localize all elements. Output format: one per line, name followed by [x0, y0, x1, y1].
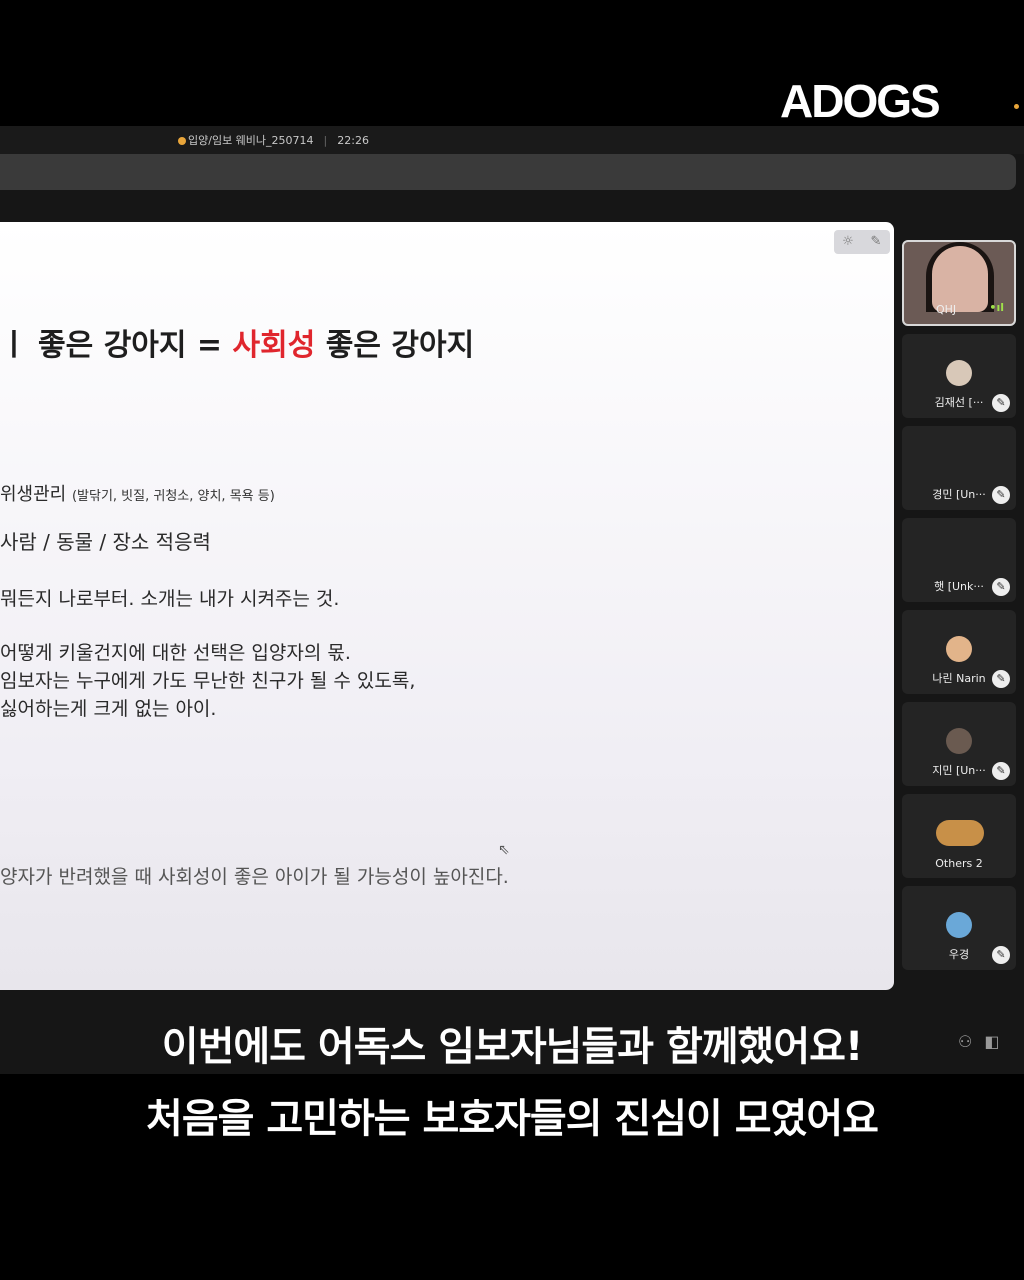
mic-muted-icon: ✎ [992, 394, 1010, 412]
participant-tile[interactable]: 나린 Narin ✎ [902, 610, 1016, 694]
slide-line-dislikes: 싫어하는게 크게 없는 아이. [0, 698, 217, 720]
meeting-status-icon [178, 137, 186, 145]
avatar [946, 636, 972, 662]
orange-dot-icon [1014, 104, 1019, 109]
avatar [946, 728, 972, 754]
slide-line-choice: 어떻게 키울건지에 대한 선택은 입양자의 몫. [0, 642, 351, 664]
top-toolbar[interactable] [0, 154, 1016, 190]
slide-title-before: ㅣ 좋은 강아지 = [0, 328, 233, 363]
title-bar: 입양/임보 웨비나_250714 | 22:26 [0, 126, 1024, 154]
participant-name: QHJ [936, 303, 957, 316]
avatar-group [936, 820, 984, 846]
participant-name: Others 2 [935, 857, 983, 870]
brightness-icon[interactable]: ☼ [834, 230, 862, 254]
slide-line-note: (발닦기, 빗질, 귀청소, 양치, 목욕 등) [71, 489, 275, 504]
shared-screen-slide: ☼ ✎ ㅣ 좋은 강아지 = 사회성 좋은 강아지 위생관리 (발닦기, 빗질, … [0, 222, 894, 990]
participant-tile[interactable]: 우경 ✎ [902, 886, 1016, 970]
subtitle-line-1: 이번에도 어독스 임보자님들과 함께했어요! [161, 1024, 863, 1070]
participant-tile[interactable]: 김재선 [··· ✎ [902, 334, 1016, 418]
adogs-logo: ADOGS [780, 75, 941, 127]
slide-title-after: 좋은 강아지 [315, 328, 475, 363]
mic-muted-icon: ✎ [992, 486, 1010, 504]
subtitle-line-2: 처음을 고민하는 보호자들의 진심이 모였어요 [146, 1096, 879, 1142]
avatar [946, 912, 972, 938]
mic-muted-icon: ✎ [992, 670, 1010, 688]
slide-line-hygiene: 위생관리 (발닦기, 빗질, 귀청소, 양치, 목욕 등) [0, 480, 275, 506]
participant-tile[interactable]: 경민 [Un··· ✎ [902, 426, 1016, 510]
speaking-indicator-icon: •ıl [989, 301, 1004, 314]
annotate-icon[interactable]: ✎ [862, 230, 890, 254]
slide-tools[interactable]: ☼ ✎ [834, 230, 890, 254]
slide-line-text: 위생관리 [0, 484, 72, 505]
mouse-cursor-icon: ⇖ [498, 842, 510, 858]
slide-title-highlight: 사회성 [232, 328, 316, 363]
participant-tile[interactable]: 햇 [Unk··· ✎ [902, 518, 1016, 602]
mic-muted-icon: ✎ [992, 578, 1010, 596]
slide-line-adaptability: 사람 / 동물 / 장소 적응력 [0, 530, 211, 554]
slide-line-foster: 임보자는 누구에게 가도 무난한 친구가 될 수 있도록, [0, 670, 416, 692]
slide-title: ㅣ 좋은 강아지 = 사회성 좋은 강아지 [0, 320, 474, 364]
avatar [946, 360, 972, 386]
mic-muted-icon: ✎ [992, 946, 1010, 964]
meeting-name: 입양/임보 웨비나_250714 [188, 134, 314, 147]
meeting-time: 22:26 [337, 134, 369, 147]
meeting-title: 입양/임보 웨비나_250714 | 22:26 [178, 132, 369, 148]
divider: | [323, 134, 328, 147]
slide-line-conclusion: 양자가 반려했을 때 사회성이 좋은 아이가 될 가능성이 높아진다. [0, 866, 509, 888]
slide-line-introduction: 뭐든지 나로부터. 소개는 내가 시켜주는 것. [0, 588, 340, 610]
mic-muted-icon: ✎ [992, 762, 1010, 780]
participant-tile-others[interactable]: Others 2 [902, 794, 1016, 878]
participant-tile[interactable]: 지민 [Un··· ✎ [902, 702, 1016, 786]
video-meeting-window: 입양/임보 웨비나_250714 | 22:26 ☼ ✎ ㅣ 좋은 강아지 = 사회성… [0, 126, 1024, 1074]
participant-tile-self[interactable]: QHJ •ıl [902, 240, 1016, 326]
